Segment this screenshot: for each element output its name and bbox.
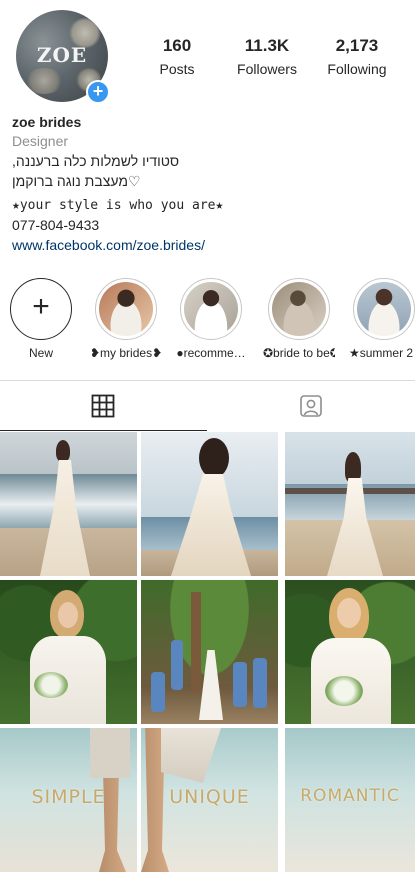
stat-value: 11.3K xyxy=(244,36,290,55)
profile-stats: 160 Posts 11.3K Followers 2,173 Followin… xyxy=(132,36,402,77)
post-overlay-text: UNIQUE xyxy=(169,786,250,808)
posts-grid: SIMPLE UNIQUE ROMANTIC xyxy=(0,432,415,872)
highlight-bride-to-be[interactable]: ✪bride to be✪ xyxy=(263,278,335,360)
post-overlay-text: SIMPLE xyxy=(31,786,106,808)
add-story-plus-icon[interactable]: + xyxy=(86,80,110,104)
post-thumbnail[interactable] xyxy=(0,432,137,576)
post-thumbnail[interactable]: SIMPLE xyxy=(0,728,137,872)
plus-icon: + xyxy=(10,278,72,340)
profile-avatar[interactable]: ZOE + xyxy=(16,10,110,104)
highlight-new[interactable]: + New xyxy=(5,278,77,360)
stat-value: 160 xyxy=(162,36,192,55)
highlight-thumbnail xyxy=(99,282,153,336)
post-thumbnail[interactable]: UNIQUE xyxy=(141,728,278,872)
tab-posts-grid[interactable] xyxy=(0,381,207,431)
stat-following[interactable]: 2,173 Following xyxy=(312,36,402,77)
stat-label: Followers xyxy=(237,61,297,77)
highlight-my-brides[interactable]: ❥my brides❥ xyxy=(90,278,162,360)
post-overlay-text: ROMANTIC xyxy=(300,786,400,806)
post-thumbnail[interactable]: ROMANTIC xyxy=(285,728,415,872)
stat-value: 2,173 xyxy=(335,36,379,55)
tab-tagged[interactable] xyxy=(208,381,415,431)
highlight-thumbnail xyxy=(272,282,326,336)
highlight-recommend[interactable]: ●recomme… xyxy=(175,278,247,360)
avatar-logo-text: ZOE xyxy=(36,43,88,67)
grid-icon xyxy=(91,394,115,418)
profile-name: zoe brides xyxy=(12,114,82,130)
highlight-summer[interactable]: ★summer 2 xyxy=(349,278,415,360)
profile-tabs xyxy=(0,380,415,431)
bio-line: סטודיו לשמלות כלה ברעננה, xyxy=(12,153,180,169)
highlight-label: ●recomme… xyxy=(176,346,246,360)
post-thumbnail[interactable] xyxy=(285,432,415,576)
profile-bio: zoe brides Designer סטודיו לשמלות כלה בר… xyxy=(12,114,407,253)
post-thumbnail[interactable] xyxy=(141,580,278,724)
highlight-label: New xyxy=(28,346,53,360)
tagged-person-icon xyxy=(300,395,322,417)
profile-category: Designer xyxy=(12,133,69,149)
post-thumbnail[interactable] xyxy=(285,580,415,724)
profile-website-link[interactable]: www.facebook.com/zoe.brides/ xyxy=(12,237,407,253)
stat-label: Posts xyxy=(159,61,195,77)
bio-line: ♡מעצבת נוגה ברוקמן xyxy=(12,173,141,189)
highlight-thumbnail xyxy=(184,282,238,336)
highlight-label: ★summer 2 xyxy=(349,346,414,360)
stat-label: Following xyxy=(327,61,387,77)
highlight-label: ✪bride to be✪ xyxy=(263,346,335,360)
stat-posts[interactable]: 160 Posts xyxy=(132,36,222,77)
avatar-lace-decoration xyxy=(24,68,64,94)
bio-tagline: ★your style is who you are★ xyxy=(12,198,224,213)
highlight-label: ❥my brides❥ xyxy=(90,346,162,360)
profile-phone[interactable]: 077-804-9433 xyxy=(12,217,407,233)
post-thumbnail[interactable] xyxy=(0,580,137,724)
story-highlights: + New ❥my brides❥ ●recomme… ✪bride to be… xyxy=(0,278,415,370)
stat-followers[interactable]: 11.3K Followers xyxy=(222,36,312,77)
post-thumbnail[interactable] xyxy=(141,432,278,576)
highlight-thumbnail xyxy=(357,282,411,336)
